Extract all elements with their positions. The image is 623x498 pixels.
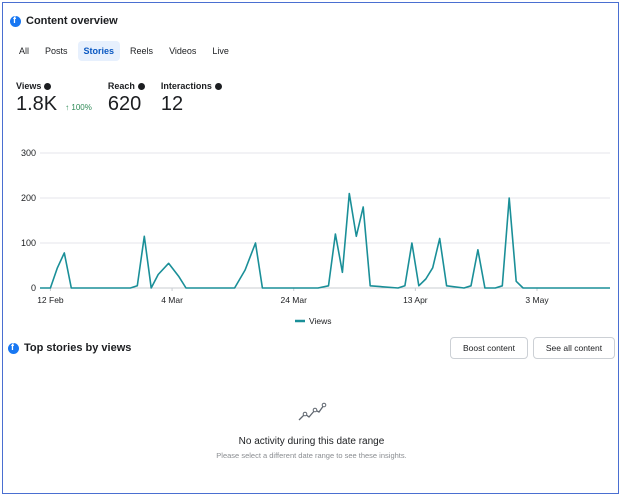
content-overview-title: Content overview xyxy=(26,15,118,27)
info-icon[interactable] xyxy=(214,82,222,90)
reach-value-row: 620 xyxy=(108,93,145,116)
views-value-row: 1.8K ↑ 100% xyxy=(16,93,92,116)
empty-state: No activity during this date range Pleas… xyxy=(3,401,620,460)
views-label: Views xyxy=(16,81,42,91)
reach-metric: Reach 620 xyxy=(108,81,145,116)
interactions-value: 12 xyxy=(160,93,184,115)
x-tick-label: 13 Apr xyxy=(403,295,428,305)
reach-label: Reach xyxy=(107,81,135,91)
top-stories-title: Top stories by views xyxy=(24,342,132,354)
views-metric: Views 1.8K ↑ 100% xyxy=(16,81,92,116)
empty-state-title: No activity during this date range xyxy=(238,436,385,447)
info-icon[interactable] xyxy=(44,82,52,90)
views-label-row: Views xyxy=(16,81,92,91)
see-all-content-button[interactable]: See all content xyxy=(533,337,615,359)
content-type-tabs: All Posts Stories Reels Videos Live xyxy=(13,41,235,61)
boost-content-button[interactable]: Boost content xyxy=(450,337,528,359)
views-line-chart: 300 200 100 012 Feb 4 Mar 24 Mar 13 Apr 3 May Vi… xyxy=(21,148,610,326)
tab-videos[interactable]: Videos xyxy=(163,41,202,61)
y-tick-label: 300 xyxy=(21,148,36,158)
facebook-icon xyxy=(10,15,21,27)
x-tick-label: 3 May xyxy=(525,295,549,305)
legend-label: Views xyxy=(309,316,332,326)
x-tick-label: 4 Mar xyxy=(161,295,183,305)
reach-value: 620 xyxy=(107,93,142,115)
y-tick-label: 200 xyxy=(21,193,36,203)
views-series-line xyxy=(40,192,610,289)
info-icon[interactable] xyxy=(137,82,145,90)
content-overview-header: Content overview xyxy=(10,15,118,27)
activity-trend-icon xyxy=(298,402,326,421)
tab-stories[interactable]: Stories xyxy=(77,41,121,61)
metrics-row: Views 1.8K ↑ 100% Reach 620 Interactions xyxy=(16,81,238,116)
views-change: ↑ 100% xyxy=(65,103,92,112)
reach-label-row: Reach xyxy=(108,81,145,91)
views-value: 1.8K xyxy=(16,93,58,115)
tab-all[interactable]: All xyxy=(13,41,35,61)
tab-live[interactable]: Live xyxy=(206,41,235,61)
interactions-value-row: 12 xyxy=(161,93,222,116)
top-stories-header: Top stories by views xyxy=(8,342,131,354)
tab-posts[interactable]: Posts xyxy=(39,41,74,61)
x-tick-label: 24 Mar xyxy=(280,295,307,305)
y-tick-label: 100 xyxy=(21,238,36,248)
interactions-label-row: Interactions xyxy=(161,81,222,91)
x-tick-label: 12 Feb xyxy=(37,295,64,305)
interactions-label: Interactions xyxy=(160,81,212,91)
tab-reels[interactable]: Reels xyxy=(124,41,159,61)
y-tick-label: 0 xyxy=(31,283,36,293)
facebook-icon xyxy=(8,342,19,354)
interactions-metric: Interactions 12 xyxy=(161,81,222,116)
empty-state-subtitle: Please select a different date range to … xyxy=(216,451,407,460)
content-overview-panel: Content overview All Posts Stories Reels… xyxy=(2,2,619,494)
